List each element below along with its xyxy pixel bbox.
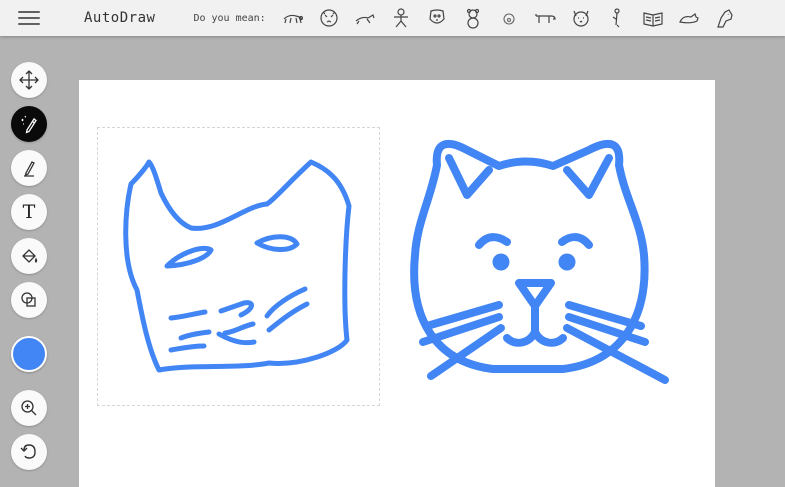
open-book-icon[interactable] <box>638 5 668 31</box>
small-pig-icon[interactable] <box>494 5 524 31</box>
color-picker-swatch[interactable] <box>11 336 47 372</box>
magic-pencil-icon <box>21 115 37 134</box>
canvas-artwork <box>123 139 669 384</box>
paint-bucket-icon <box>22 249 38 263</box>
gingerbread-man-icon[interactable] <box>386 5 416 31</box>
tiger-face-icon[interactable] <box>314 5 344 31</box>
menu-line <box>18 17 40 19</box>
running-animal-icon[interactable] <box>350 5 380 31</box>
type-tool[interactable]: T <box>11 194 47 230</box>
hamburger-menu-icon[interactable] <box>18 9 40 27</box>
cat-lying-icon[interactable] <box>674 5 704 31</box>
app-title: AutoDraw <box>84 10 156 26</box>
polar-bear-icon[interactable] <box>530 5 560 31</box>
fill-tool[interactable] <box>11 238 47 274</box>
meerkat-icon[interactable] <box>602 5 632 31</box>
horse-head-icon[interactable] <box>710 5 740 31</box>
drawing-canvas[interactable] <box>79 80 715 487</box>
crawling-animal-icon[interactable] <box>278 5 308 31</box>
hand-drawn-cat <box>123 159 352 373</box>
move-tool[interactable] <box>11 62 47 98</box>
move-arrows-icon <box>19 70 39 90</box>
shape-tool[interactable] <box>11 282 47 318</box>
menu-line <box>18 11 40 13</box>
left-toolbar: T <box>10 62 48 478</box>
top-bar: AutoDraw Do you mean: <box>0 0 785 36</box>
shapes-icon <box>21 292 36 307</box>
dog-face-icon[interactable] <box>422 5 452 31</box>
text-t-icon: T <box>22 201 36 223</box>
zoom-in-icon <box>21 400 37 416</box>
zoom-tool[interactable] <box>11 390 47 426</box>
autodraw-cat <box>410 139 669 384</box>
draw-tool[interactable] <box>11 150 47 186</box>
teddy-bear-icon[interactable] <box>458 5 488 31</box>
undo-icon <box>20 444 36 459</box>
suggestion-strip <box>278 5 746 31</box>
suggestion-label: Do you mean: <box>193 12 266 24</box>
menu-line <box>18 23 40 25</box>
pencil-icon <box>24 161 35 177</box>
cat-face-icon[interactable] <box>566 5 596 31</box>
undo-tool[interactable] <box>11 434 47 470</box>
autodraw-tool[interactable] <box>11 106 47 142</box>
